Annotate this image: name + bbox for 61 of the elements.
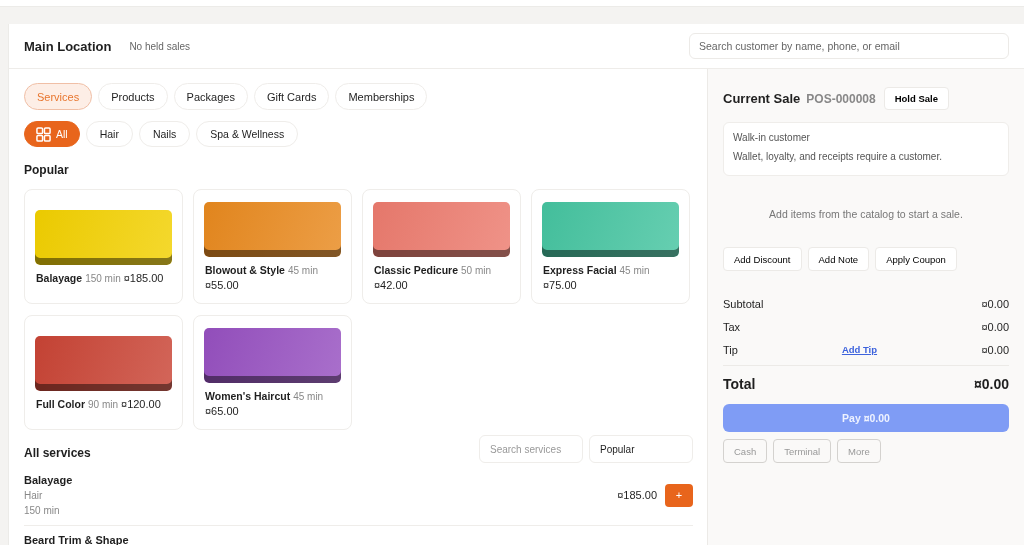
add-tip-link[interactable]: Add Tip (841, 344, 878, 355)
hold-sale-button[interactable]: Hold Sale (883, 87, 949, 110)
total-label: Tax (723, 320, 741, 333)
service-price: ¤75.00 (543, 279, 577, 291)
grid-icon (36, 126, 51, 142)
service-name: Express Facial (543, 264, 617, 276)
total-value: ¤0.00 (981, 320, 1009, 333)
service-name: Balayage (36, 271, 83, 284)
service-name: Blowout & Style (205, 264, 285, 276)
customer-note: Wallet, loyalty, and receipts require a customer. (733, 151, 943, 162)
category-filter[interactable]: Nails (138, 121, 191, 147)
grand-total-label: Total (723, 376, 756, 392)
catalog-tab[interactable]: Products (98, 83, 168, 110)
grand-total-value: ¤0.00 (973, 376, 1009, 392)
service-card[interactable]: Balayage 150 min ¤185.00 (24, 189, 183, 304)
service-duration: 50 min (461, 265, 492, 276)
section-title: Popular (24, 163, 70, 177)
sale-number: POS-000008 (806, 91, 876, 106)
service-duration: 150 min (24, 505, 61, 516)
category-filter[interactable]: Hair (85, 121, 133, 147)
service-duration: 45 min (287, 265, 318, 276)
total-value: ¤0.00 (981, 343, 1009, 356)
service-price: ¤185.00 (617, 489, 657, 501)
catalog-tab[interactable]: Gift Cards (253, 83, 330, 110)
service-price: ¤185.00 (123, 271, 164, 284)
service-card[interactable]: Women's Haircut 45 min ¤65.00 (193, 315, 352, 430)
category-filter[interactable]: Spa & Wellness (196, 121, 299, 147)
sale-action-button[interactable]: Apply Coupon (875, 247, 957, 271)
service-duration: 45 min (619, 265, 650, 276)
service-price: ¤55.00 (205, 279, 239, 291)
service-price: ¤120.00 (121, 397, 161, 410)
customer-search-field[interactable]: Search customer by name, phone, or email (689, 33, 1009, 59)
customer-name: Walk-in customer (733, 132, 811, 143)
service-duration: 150 min (85, 272, 121, 284)
total-label: Tip (723, 343, 738, 356)
service-card[interactable]: Express Facial 45 min ¤75.00 (531, 189, 690, 304)
service-duration: 90 min (88, 398, 118, 410)
service-duration: 45 min (293, 391, 324, 402)
service-name: Women's Haircut (205, 390, 291, 402)
catalog-tab[interactable]: Packages (173, 83, 248, 110)
service-card[interactable]: Full Color 90 min ¤120.00 (24, 315, 183, 430)
service-name: Classic Pedicure (374, 264, 459, 276)
service-card[interactable]: Blowout & Style 45 min ¤55.00 (193, 189, 352, 304)
location-title: Main Location (24, 38, 112, 54)
section-title: All services (24, 446, 91, 460)
sale-action-button[interactable]: Add Note (807, 247, 870, 271)
total-value: ¤0.00 (981, 297, 1009, 310)
total-label: Subtotal (723, 297, 764, 310)
sale-title: Current Sale (723, 91, 801, 106)
service-price: ¤42.00 (374, 279, 408, 291)
catalog-tab[interactable]: Memberships (335, 83, 428, 110)
service-price: ¤65.00 (205, 405, 239, 417)
service-name: Balayage (24, 474, 73, 486)
service-category: Hair (24, 490, 44, 501)
service-search-field[interactable]: Search services (479, 435, 583, 463)
service-card[interactable]: Classic Pedicure 50 min ¤42.00 (362, 189, 521, 304)
empty-cart-message: Add items from the catalog to start a sale. (768, 208, 964, 220)
service-name: Full Color (36, 397, 85, 410)
sale-action-button[interactable]: Add Discount (723, 247, 802, 271)
sort-dropdown[interactable]: Popular (589, 435, 693, 463)
held-sales-status: No held sales (129, 40, 190, 52)
